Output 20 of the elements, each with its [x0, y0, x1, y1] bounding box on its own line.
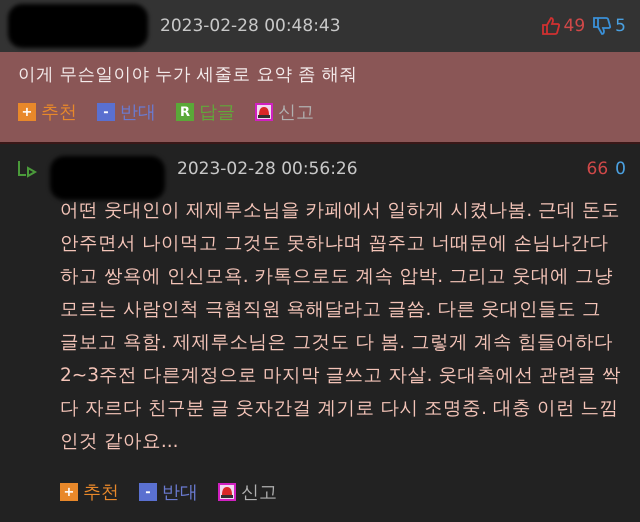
- down-action-button[interactable]: - 반대: [139, 480, 198, 504]
- comment-text: 어떤 웃대인이 제제루소님을 카페에서 일하게 시켰나봄. 근데 돈도 안주면서 나이먹고 그것도 못하냐며 꼽주고 너때문에 손님나간다하고 쌍욕에 인신모욕. 카톡으로도 계속 압박. 그리고 웃대에 그냥 모르는 사람인척 극혐직원 욕해달라고 글씀. 다른 웃대인들도 그 글보고 욕함. 제제루소님은 그것도 다 봄. 그렇게 계속 힘들어하다 2~3주전 다른계정으로 마지막 글쓰고 자살. 웃대측에선 관련글 싹다 자르다 친구분 글 웃자간걸 계기로 다시 조명중. 대충 이런 느낌인것 같아요...: [60, 199, 622, 454]
- thumbs-down-icon[interactable]: [592, 16, 612, 36]
- up-action-button[interactable]: + 추천: [60, 480, 119, 504]
- upvote-count: 66: [586, 159, 608, 179]
- siren-icon: [218, 483, 236, 501]
- siren-icon: [255, 103, 273, 121]
- upvote-count: 49: [564, 16, 586, 36]
- up-action-button[interactable]: + 추천: [18, 100, 77, 124]
- downvote-count: 5: [615, 16, 626, 36]
- thumbs-up-icon[interactable]: [540, 16, 561, 36]
- down-action-button[interactable]: - 반대: [97, 100, 156, 124]
- comment-timestamp: 2023-02-28 00:48:43: [160, 16, 341, 36]
- reply-arrow-icon: [16, 159, 38, 179]
- reply-action-button[interactable]: R 답글: [176, 100, 235, 124]
- report-action-button[interactable]: 신고: [218, 480, 277, 504]
- downvote-count: 0: [615, 159, 626, 179]
- comment-timestamp: 2023-02-28 00:56:26: [177, 159, 358, 179]
- comment-text: 이게 무슨일이야 누가 세줄로 요약 좀 해줘: [18, 64, 358, 87]
- report-action-button[interactable]: 신고: [255, 100, 314, 124]
